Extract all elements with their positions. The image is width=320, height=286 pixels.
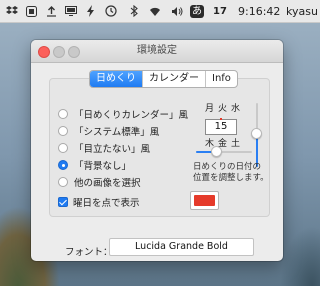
title-bar: 環境設定 — [31, 40, 283, 63]
position-help-text: 日めくりの日付の位置を調整します。 — [193, 162, 269, 183]
style-option-label: 「背景なし」 — [74, 161, 132, 172]
font-label: フォント： — [65, 247, 113, 258]
weekday-label: 月 — [205, 104, 215, 114]
zoom-button — [68, 46, 80, 58]
style-option-no-background[interactable]: 「背景なし」 — [58, 158, 131, 172]
style-option-himekuri[interactable]: 「日めくりカレンダー」風 — [58, 107, 188, 121]
input-method-icon[interactable]: あ — [189, 0, 205, 22]
user-menu[interactable]: kyasu — [286, 0, 318, 22]
input-method-label: あ — [190, 4, 204, 18]
horizontal-slider-knob[interactable] — [211, 146, 222, 157]
style-option-subtle[interactable]: 「目立たない」風 — [58, 141, 150, 155]
style-option-system[interactable]: 「システム標準」風 — [58, 124, 159, 138]
weekday-dot-checkbox[interactable]: 曜日を点で表示 — [58, 195, 140, 209]
radio-button[interactable] — [58, 109, 68, 119]
dot-color-swatch — [194, 195, 215, 206]
dot-color-well[interactable] — [190, 191, 219, 210]
style-option-label: 他の画像を選択 — [74, 178, 141, 189]
weekday-dot-label: 曜日を点で表示 — [73, 198, 140, 209]
style-option-other-image[interactable]: 他の画像を選択 — [58, 175, 141, 189]
screen-icon[interactable] — [64, 0, 78, 22]
close-button[interactable] — [38, 46, 50, 58]
calendar-day: 17 — [213, 5, 227, 17]
font-field[interactable]: Lucida Grande Bold — [109, 238, 254, 256]
window-title: 環境設定 — [137, 45, 177, 56]
upload-icon[interactable] — [44, 0, 58, 22]
date-preview: 15 — [205, 118, 237, 135]
minimize-button — [53, 46, 65, 58]
clock-time: 9:16:42 — [238, 4, 281, 18]
clock[interactable]: 9:16:42 — [238, 0, 280, 22]
tab-info[interactable]: Info — [205, 71, 237, 87]
bolt-icon[interactable] — [84, 0, 96, 22]
preferences-window: 環境設定 日めくり カレンダー Info 「日めくりカレンダー」風 「システム標… — [31, 40, 283, 261]
checkbox-checked[interactable] — [58, 197, 68, 207]
style-option-label: 「システム標準」風 — [74, 127, 160, 138]
radio-button[interactable] — [58, 177, 68, 187]
user-name: kyasu — [286, 4, 318, 18]
bluetooth-icon[interactable] — [127, 0, 141, 22]
radio-button[interactable] — [58, 126, 68, 136]
style-option-label: 「目立たない」風 — [74, 144, 151, 155]
settings-panel: 「日めくりカレンダー」風 「システム標準」風 「目立たない」風 「背景なし」 他… — [49, 78, 270, 217]
weekday-label: 土 — [231, 139, 241, 149]
tab-bar: 日めくり カレンダー Info — [89, 70, 238, 88]
tab-calendar[interactable]: カレンダー — [142, 71, 205, 87]
time-machine-icon[interactable] — [104, 0, 118, 22]
wifi-icon[interactable] — [146, 0, 164, 22]
radio-button[interactable] — [58, 143, 68, 153]
tab-himekuri[interactable]: 日めくり — [90, 71, 142, 87]
calendar-menu-icon[interactable]: 17 — [212, 0, 228, 22]
menu-bar: あ 17 9:16:42 kyasu — [0, 0, 320, 23]
weekday-label: 水 — [231, 104, 241, 114]
desktop-background-right — [280, 226, 320, 286]
radio-button-selected[interactable] — [58, 160, 68, 170]
style-option-label: 「日めくりカレンダー」風 — [74, 110, 189, 121]
dropbox-icon[interactable] — [5, 0, 19, 22]
weekday-label: 火 — [218, 104, 228, 114]
vertical-slider-knob[interactable] — [251, 128, 262, 139]
volume-icon[interactable] — [169, 0, 185, 22]
menu-extra-icon[interactable] — [24, 0, 38, 22]
